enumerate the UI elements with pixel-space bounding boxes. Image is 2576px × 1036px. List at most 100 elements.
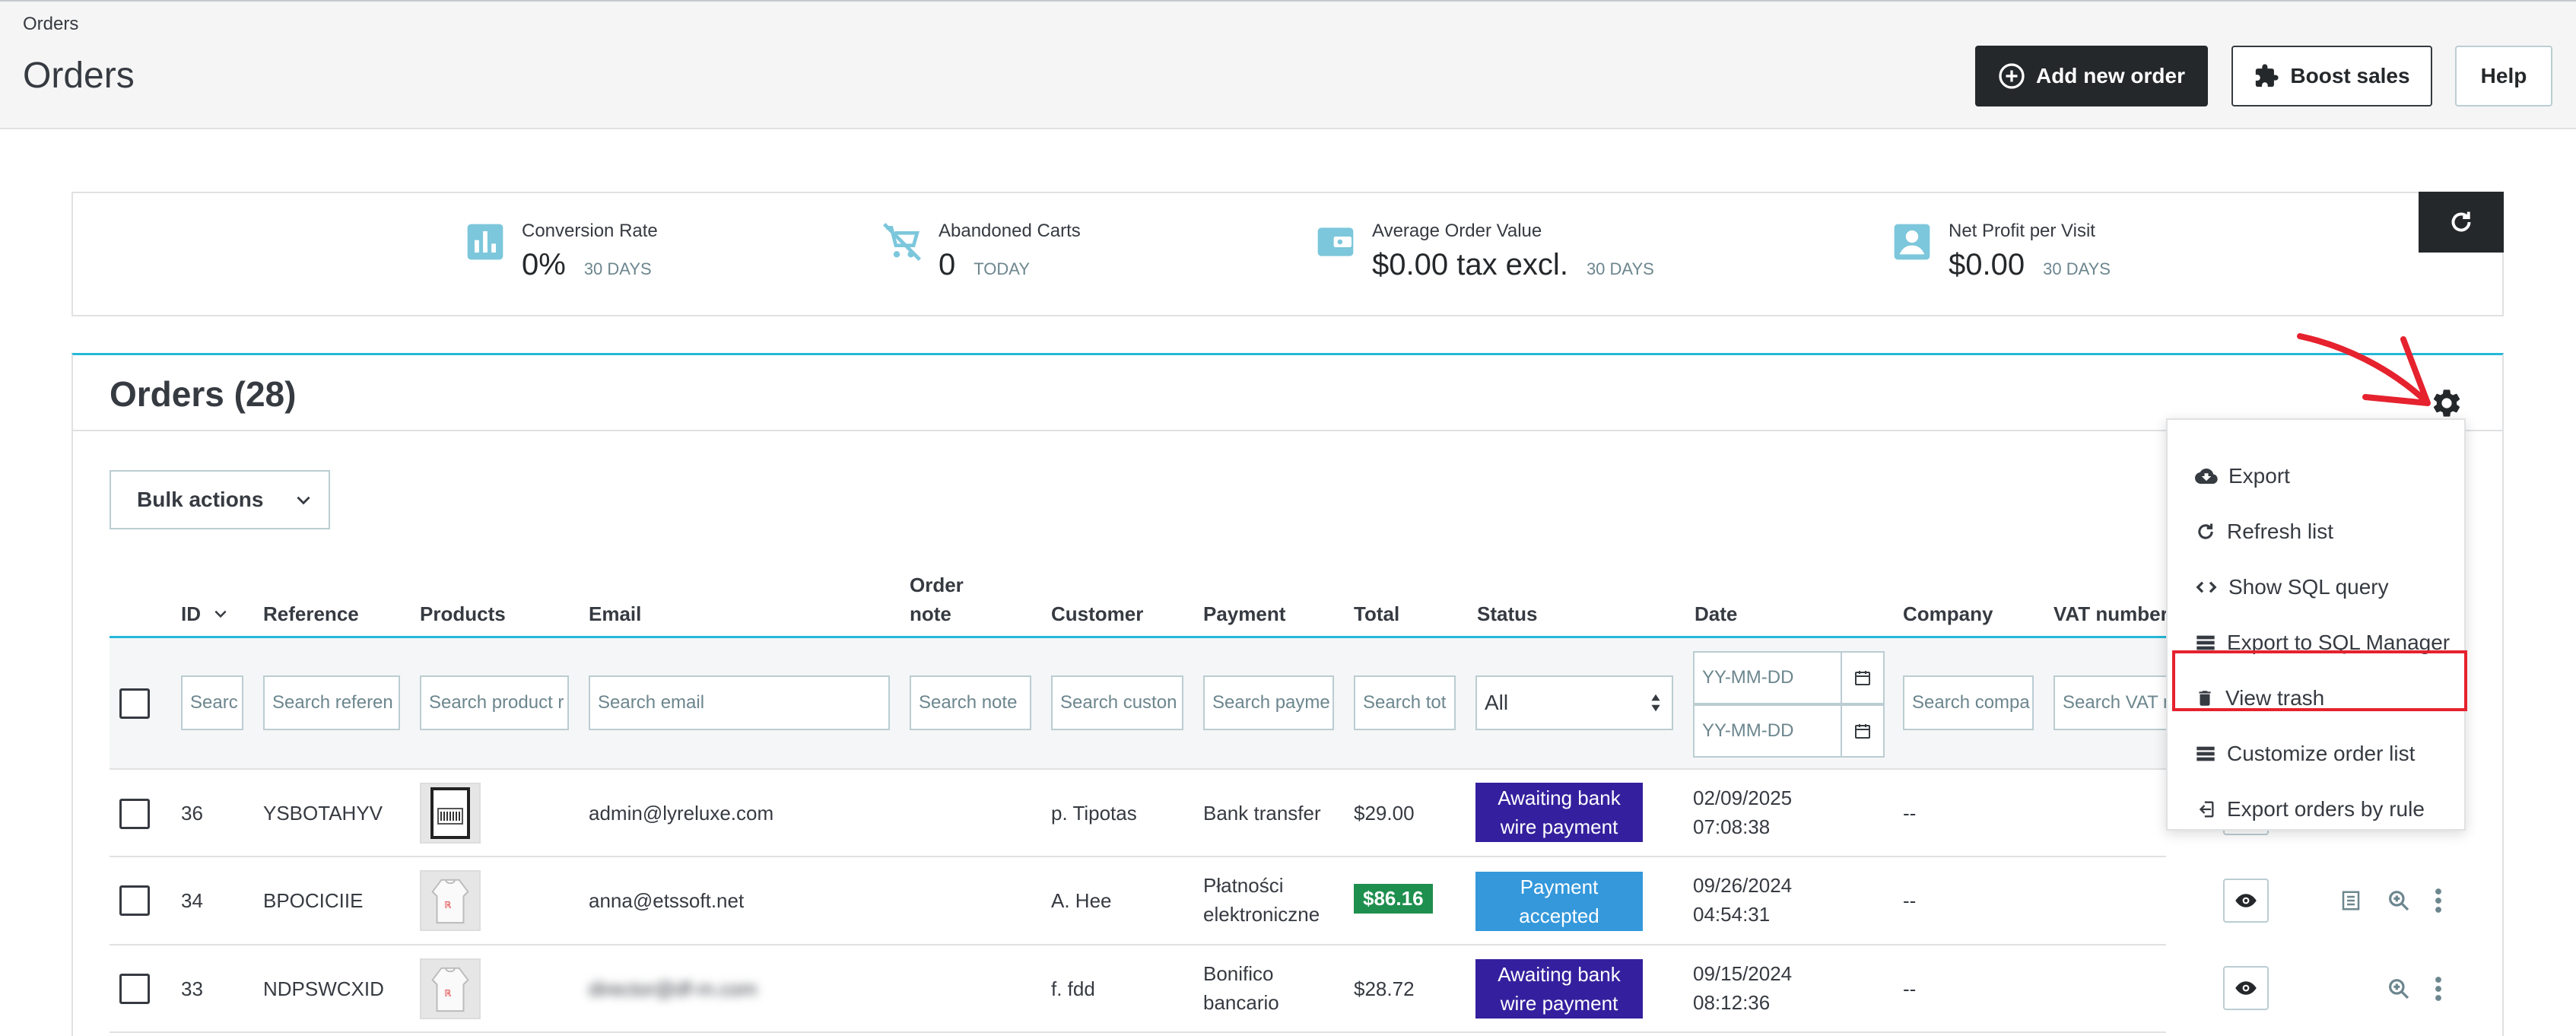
row-checkbox[interactable] xyxy=(119,799,150,829)
order-company: -- xyxy=(1903,977,1917,1000)
orders-title: Orders (28) xyxy=(110,374,297,414)
invoice-icon[interactable] xyxy=(2339,888,2362,913)
status-line: Awaiting bank xyxy=(1498,963,1621,986)
kpi-period: TODAY xyxy=(974,259,1031,278)
kpi-bar: Conversion Rate 0% 30 DAYS Abandoned Car… xyxy=(71,192,2504,316)
order-payment-line2: bancario xyxy=(1203,991,1279,1014)
order-email[interactable]: admin@lyreluxe.com xyxy=(589,799,773,828)
filter-status-select[interactable]: All xyxy=(1475,675,1673,730)
status-line: wire payment xyxy=(1500,815,1618,838)
menu-item-show-sql-query[interactable]: Show SQL query xyxy=(2195,560,2389,615)
add-new-order-button[interactable]: Add new order xyxy=(1975,46,2208,106)
order-time: 04:54:31 xyxy=(1693,903,1771,926)
boost-sales-button[interactable]: Boost sales xyxy=(2231,46,2432,106)
row-divider xyxy=(110,856,2166,857)
help-button[interactable]: Help xyxy=(2455,46,2552,106)
column-header-company[interactable]: Company xyxy=(1903,599,1993,628)
code-icon xyxy=(2196,581,2217,593)
view-order-button[interactable] xyxy=(2223,879,2269,923)
filter-note-input[interactable]: Search note xyxy=(910,675,1031,730)
filter-products-input[interactable]: Search product r xyxy=(420,675,569,730)
menu-item-customize-order-list[interactable]: Customize order list xyxy=(2195,726,2415,781)
orders-card-header: Orders (28) xyxy=(73,355,2502,431)
status-badge[interactable]: Awaiting bank wire payment xyxy=(1475,959,1643,1019)
filter-date-to-input[interactable]: YY-MM-DD xyxy=(1693,704,1842,758)
select-arrows-icon xyxy=(1651,694,1660,712)
row-checkbox[interactable] xyxy=(119,974,150,1004)
filter-email-input[interactable]: Search email xyxy=(589,675,890,730)
filter-company-input[interactable]: Search compa xyxy=(1903,675,2034,730)
kpi-period: 30 DAYS xyxy=(1586,259,1654,278)
product-thumbnail[interactable] xyxy=(420,783,481,844)
kpi-value: 0% xyxy=(522,248,566,281)
date-to-calendar-button[interactable] xyxy=(1841,704,1885,758)
column-header-email[interactable]: Email xyxy=(589,599,641,628)
breadcrumb[interactable]: Orders xyxy=(23,14,78,35)
help-label: Help xyxy=(2480,64,2527,87)
view-order-button[interactable] xyxy=(2223,966,2269,1010)
column-header-reference[interactable]: Reference xyxy=(263,599,359,628)
menu-item-refresh-list[interactable]: Refresh list xyxy=(2195,504,2333,559)
calendar-icon xyxy=(1855,724,1870,739)
kpi-period: 30 DAYS xyxy=(2043,259,2111,278)
kpi-net-profit[interactable]: Net Profit per Visit $0.00 30 DAYS xyxy=(1891,221,2111,282)
date-from-calendar-button[interactable] xyxy=(1841,651,1885,704)
hoodie-image: ℝ xyxy=(431,967,469,1012)
status-badge[interactable]: Awaiting bank wire payment xyxy=(1475,783,1643,842)
order-email[interactable]: director@df-m.com xyxy=(589,974,757,1003)
status-badge[interactable]: Payment accepted xyxy=(1475,872,1643,931)
order-reference: NDPSWCXID xyxy=(263,977,384,1000)
puzzle-icon xyxy=(2256,64,2279,87)
filter-id-input[interactable]: Searc xyxy=(181,675,243,730)
order-email[interactable]: anna@etssoft.net xyxy=(589,886,744,915)
column-header-total[interactable]: Total xyxy=(1354,599,1399,628)
zoom-in-icon[interactable] xyxy=(2387,977,2411,1001)
column-header-id[interactable]: ID xyxy=(181,599,228,628)
wallet-icon xyxy=(1314,221,1357,263)
column-header-date[interactable]: Date xyxy=(1695,599,1737,628)
column-header-id-label: ID xyxy=(181,602,201,625)
filter-date-from-input[interactable]: YY-MM-DD xyxy=(1693,651,1842,704)
order-time: 07:08:38 xyxy=(1693,815,1771,838)
menu-item-export-orders-by-rule[interactable]: Export orders by rule xyxy=(2195,782,2425,837)
more-vert-icon[interactable] xyxy=(2432,975,2444,1003)
column-header-customer[interactable]: Customer xyxy=(1051,599,1143,628)
product-thumbnail[interactable]: ℝ xyxy=(420,958,481,1019)
settings-gear-button[interactable] xyxy=(2430,386,2463,420)
kpi-label: Average Order Value xyxy=(1372,221,1542,241)
status-line: Payment xyxy=(1520,876,1599,898)
filter-reference-input[interactable]: Search referen xyxy=(263,675,400,730)
kpi-average-order-value[interactable]: Average Order Value $0.00 tax excl. 30 D… xyxy=(1314,221,1654,282)
more-vert-icon[interactable] xyxy=(2432,887,2444,914)
row-checkbox[interactable] xyxy=(119,885,150,916)
zoom-in-icon[interactable] xyxy=(2387,888,2411,913)
sort-desc-icon xyxy=(214,610,227,618)
boost-sales-label: Boost sales xyxy=(2290,64,2410,87)
svg-text:ℝ: ℝ xyxy=(444,988,451,999)
order-total: $29.00 xyxy=(1354,802,1415,825)
bulk-actions-button[interactable]: Bulk actions xyxy=(110,470,330,529)
filter-customer-input[interactable]: Search custon xyxy=(1051,675,1183,730)
status-line: accepted xyxy=(1519,904,1599,927)
list-icon xyxy=(2196,746,2215,761)
bulk-actions-label: Bulk actions xyxy=(137,488,264,511)
column-header-order-note-line1[interactable]: Order xyxy=(910,570,964,599)
hoodie-image: ℝ xyxy=(431,879,469,924)
chevron-down-icon xyxy=(297,496,311,505)
column-header-status[interactable]: Status xyxy=(1477,599,1537,628)
gear-icon xyxy=(2433,389,2460,417)
menu-item-export[interactable]: Export xyxy=(2195,449,2290,504)
column-header-vat[interactable]: VAT number xyxy=(2053,599,2168,628)
filter-total-input[interactable]: Search tot xyxy=(1354,675,1456,730)
column-header-order-note-line2[interactable]: note xyxy=(910,599,951,628)
product-thumbnail[interactable]: ℝ xyxy=(420,870,481,931)
kpi-refresh-button[interactable] xyxy=(2419,192,2504,253)
status-line: wire payment xyxy=(1500,992,1618,1015)
filter-payment-input[interactable]: Search payme xyxy=(1203,675,1334,730)
eye-icon xyxy=(2235,981,2257,995)
kpi-abandoned-carts[interactable]: Abandoned Carts 0 TODAY xyxy=(881,221,1081,282)
column-header-payment[interactable]: Payment xyxy=(1203,599,1285,628)
kpi-conversion-rate[interactable]: Conversion Rate 0% 30 DAYS xyxy=(464,221,658,282)
select-all-checkbox[interactable] xyxy=(119,688,150,719)
order-total-badge: $86.16 xyxy=(1354,884,1433,914)
